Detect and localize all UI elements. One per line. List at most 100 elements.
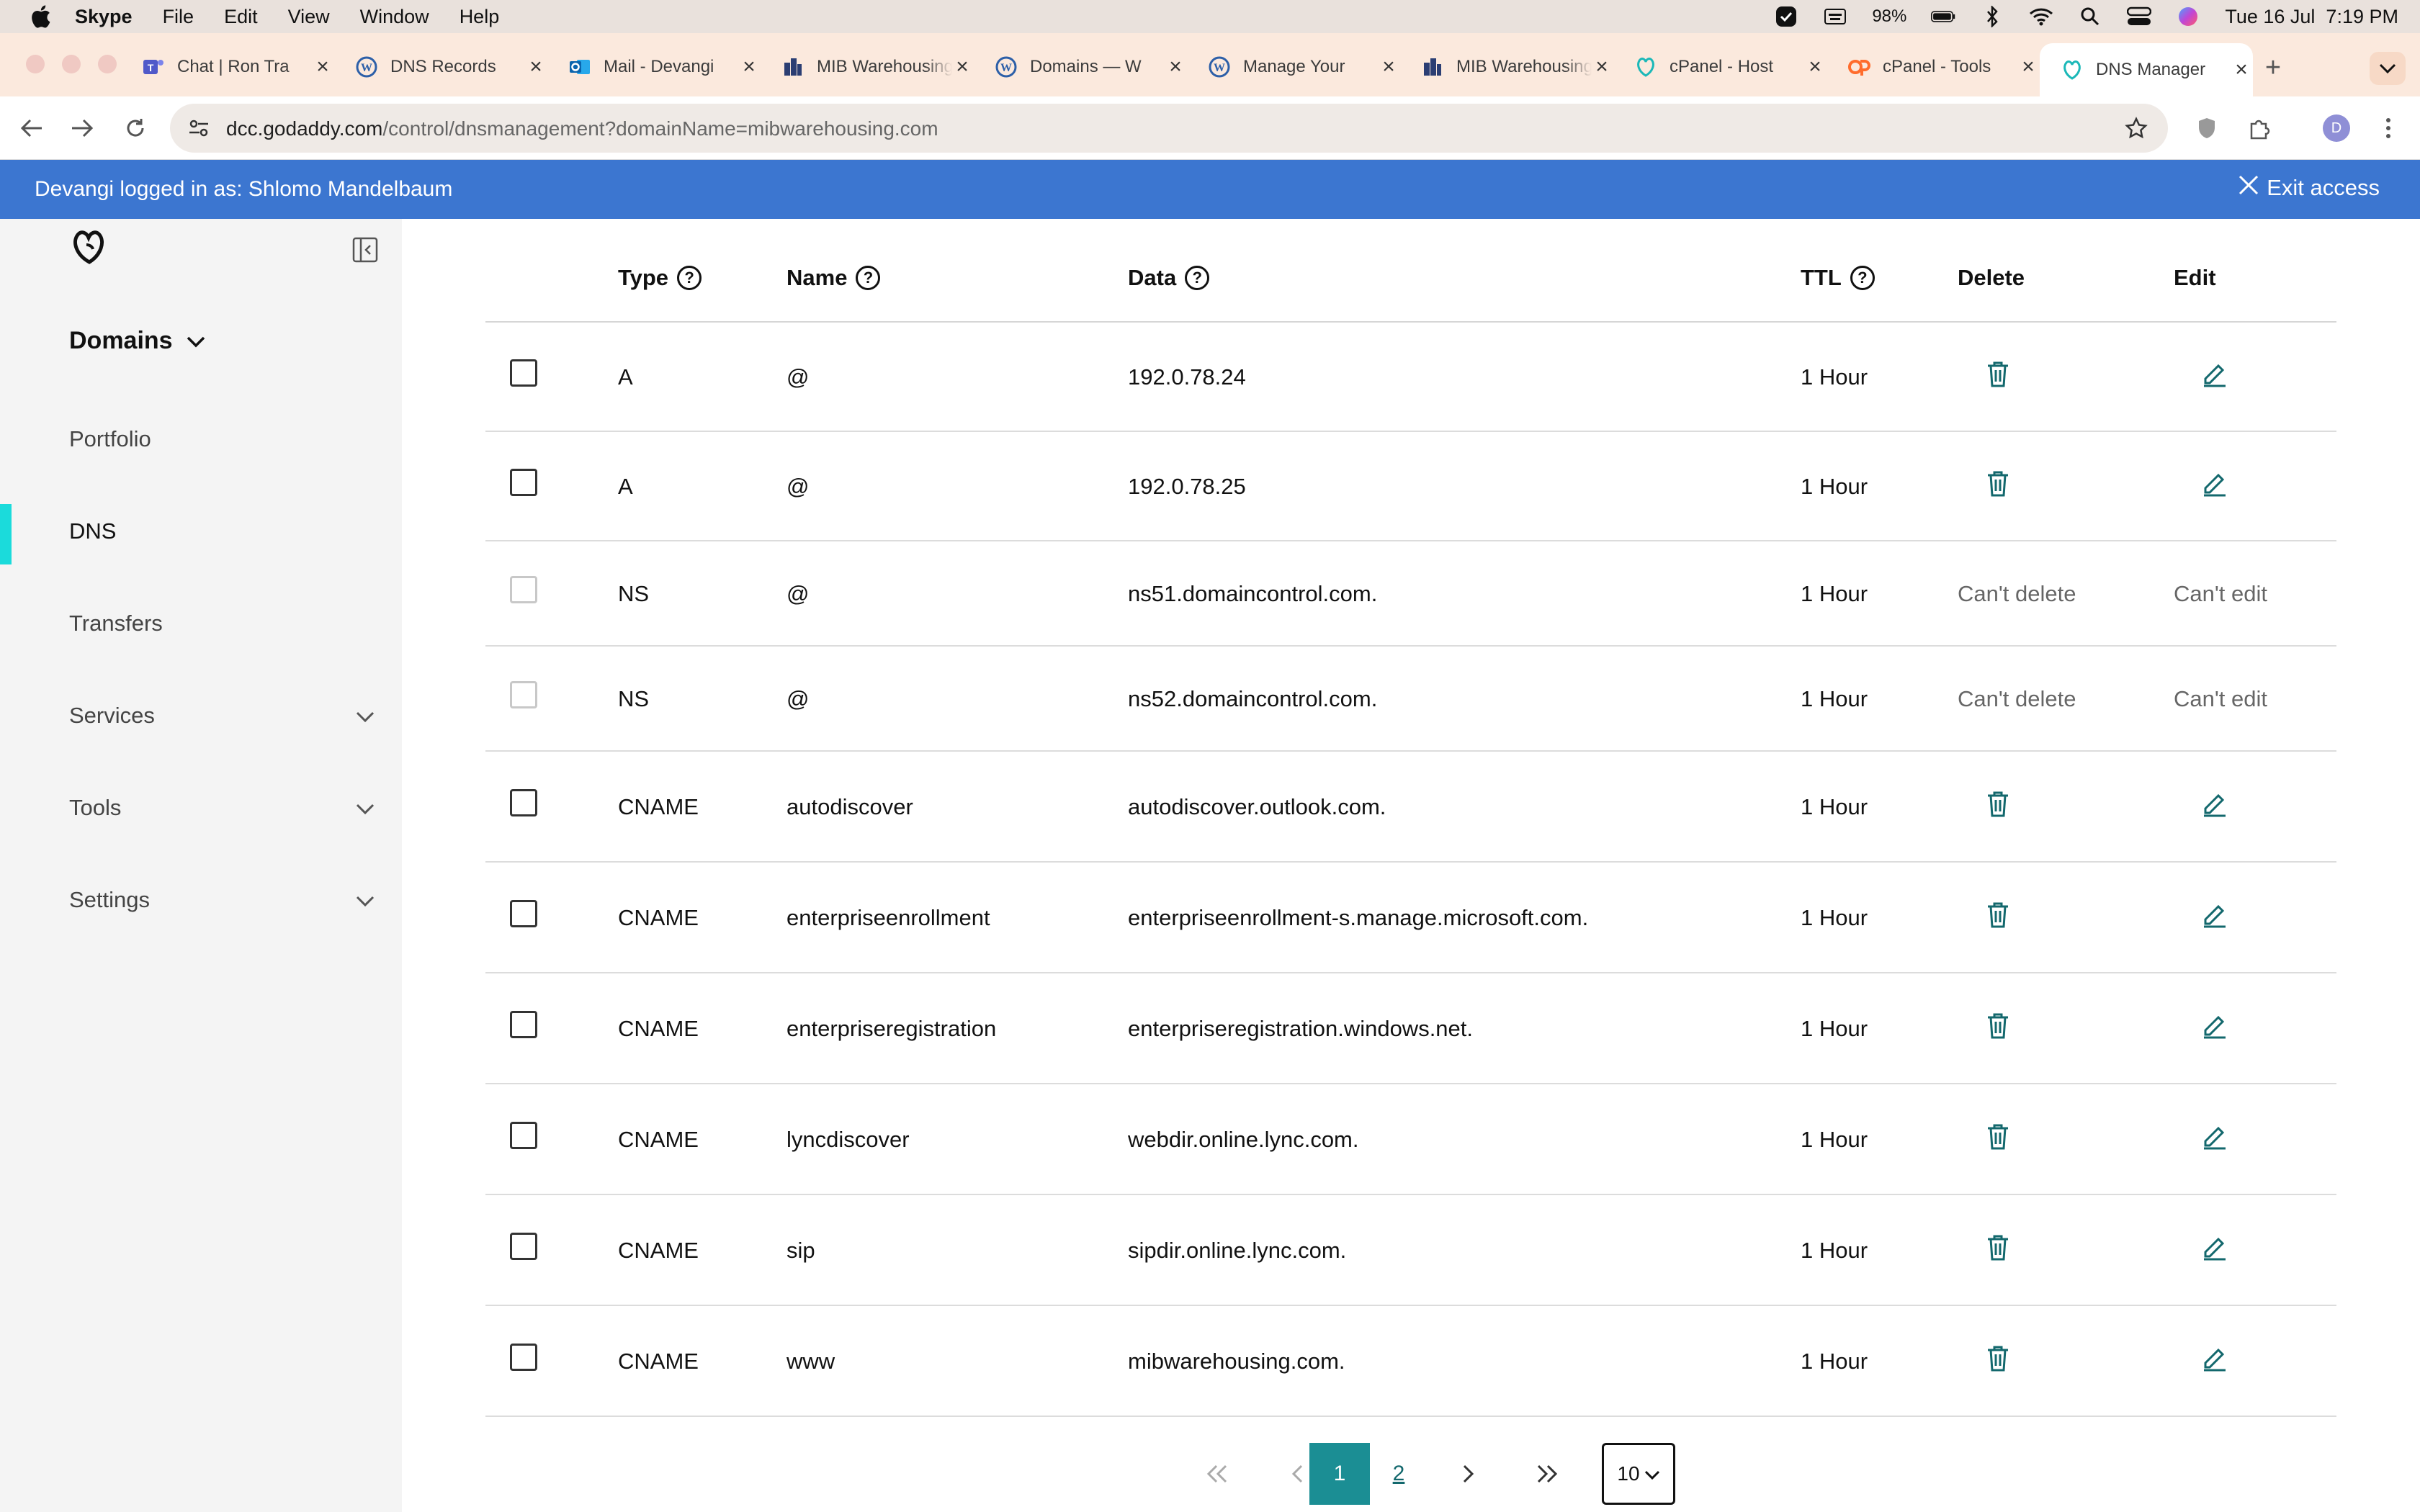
trash-icon[interactable] [1985,1233,2014,1262]
browser-tab[interactable]: W DNS Records × [334,43,547,91]
reload-icon[interactable] [118,111,153,145]
keyboard-icon[interactable] [1823,6,1847,27]
wifi-icon[interactable] [2029,6,2053,27]
pencil-edit-icon[interactable] [2201,790,2230,819]
close-tab-icon[interactable]: × [1592,56,1612,78]
chevron-down-icon[interactable] [353,888,377,913]
siri-icon[interactable] [2176,6,2200,27]
close-tab-icon[interactable]: × [1805,56,1825,78]
close-tab-icon[interactable]: × [952,56,972,78]
browser-menu-icon[interactable] [2371,111,2406,145]
page-size-select[interactable]: 10 [1602,1443,1675,1505]
window-zoom-button[interactable] [98,55,117,73]
pencil-edit-icon[interactable] [2201,901,2230,930]
last-page-icon[interactable] [1517,1443,1577,1505]
pencil-edit-icon[interactable] [2201,360,2230,389]
close-tab-icon[interactable]: × [526,56,546,78]
pencil-edit-icon[interactable] [2201,1233,2230,1262]
row-checkbox[interactable] [510,1122,537,1149]
exit-access-button[interactable]: Exit access [2238,174,2380,202]
sidebar-item-settings[interactable]: Settings [69,887,150,913]
menu-help[interactable]: Help [460,6,500,28]
apple-icon[interactable] [27,4,53,30]
help-icon[interactable]: ? [856,266,881,290]
extensions-puzzle-icon[interactable] [2241,111,2276,145]
checkmark-status-icon[interactable] [1774,6,1798,27]
pencil-edit-icon[interactable] [2201,1344,2230,1373]
trash-icon[interactable] [1985,469,2014,498]
chevron-down-icon[interactable] [353,704,377,729]
bluetooth-icon[interactable] [1980,6,2004,27]
row-checkbox[interactable] [510,1011,537,1038]
browser-tab[interactable]: T Chat | Ron Tra × [121,43,334,91]
trash-icon[interactable] [1985,1344,2014,1373]
row-checkbox[interactable] [510,1344,537,1371]
row-checkbox[interactable] [510,789,537,816]
browser-tab[interactable]: cPanel - Tools × [1827,43,2040,91]
browser-tab[interactable]: MIB Warehousing × [1400,43,1613,91]
godaddy-logo-icon[interactable] [69,226,109,269]
sidebar-item-dns[interactable]: DNS [69,518,116,544]
record-name: sip [786,1238,815,1263]
shield-extension-icon[interactable] [2190,111,2224,145]
close-tab-icon[interactable]: × [739,56,759,78]
page-2-button[interactable]: 2 [1368,1443,1429,1505]
sidebar-item-services[interactable]: Services [69,703,155,729]
row-checkbox[interactable] [510,900,537,927]
help-icon[interactable]: ? [1185,266,1210,290]
spotlight-search-icon[interactable] [2078,6,2102,27]
trash-icon[interactable] [1985,1122,2014,1151]
browser-tab[interactable]: MIB Warehousing × [761,43,974,91]
menu-view[interactable]: View [288,6,330,28]
browser-tab[interactable]: Mail - Devangi × [547,43,761,91]
url-text[interactable]: dcc.godaddy.com/control/dnsmanagement?do… [226,117,938,140]
close-tab-icon[interactable]: × [1165,56,1186,78]
trash-icon[interactable] [1985,901,2014,930]
sidebar-item-transfers[interactable]: Transfers [69,611,163,636]
sidebar-item-tools[interactable]: Tools [69,795,121,821]
browser-tab[interactable]: cPanel - Host × [1613,43,1827,91]
window-close-button[interactable] [26,55,45,73]
page-1-button[interactable]: 1 [1309,1443,1370,1505]
pencil-edit-icon[interactable] [2201,469,2230,498]
control-center-icon[interactable] [2127,6,2152,27]
close-tab-icon[interactable]: × [2231,59,2251,81]
tab-search-chevron-icon[interactable] [2370,52,2406,85]
next-page-icon[interactable] [1438,1443,1498,1505]
browser-tab[interactable]: W Domains — W × [974,43,1187,91]
new-tab-button[interactable]: + [2259,53,2287,82]
profile-avatar[interactable]: D [2319,111,2354,145]
help-icon[interactable]: ? [1850,266,1875,290]
chevron-down-icon[interactable] [353,796,377,821]
menu-window[interactable]: Window [360,6,429,28]
collapse-sidebar-icon[interactable] [351,236,380,265]
menu-edit[interactable]: Edit [224,6,258,28]
trash-icon[interactable] [1985,1012,2014,1040]
sidebar-item-portfolio[interactable]: Portfolio [69,426,151,452]
bookmark-star-icon[interactable] [2122,114,2151,143]
menu-file[interactable]: File [163,6,194,28]
window-minimize-button[interactable] [62,55,81,73]
trash-icon[interactable] [1985,790,2014,819]
pencil-edit-icon[interactable] [2201,1122,2230,1151]
close-tab-icon[interactable]: × [1379,56,1399,78]
menu-app-name[interactable]: Skype [75,6,133,28]
browser-tab-active[interactable]: DNS Manager × [2040,43,2253,96]
address-bar[interactable]: dcc.godaddy.com/control/dnsmanagement?do… [170,104,2168,153]
battery-icon[interactable] [1931,6,1955,27]
back-arrow-icon[interactable] [14,111,49,145]
row-checkbox[interactable] [510,469,537,496]
close-tab-icon[interactable]: × [313,56,333,78]
close-tab-icon[interactable]: × [2018,56,2038,78]
domains-section-toggle[interactable]: Domains [69,327,206,355]
clock[interactable]: Tue 16 Jul 7:19 PM [2225,6,2398,28]
trash-icon[interactable] [1985,360,2014,389]
pencil-edit-icon[interactable] [2201,1012,2230,1040]
browser-tab[interactable]: W Manage Your × [1187,43,1400,91]
row-checkbox[interactable] [510,359,537,387]
site-settings-icon[interactable] [184,114,213,143]
row-checkbox[interactable] [510,1233,537,1260]
forward-arrow-icon[interactable] [65,111,99,145]
help-icon[interactable]: ? [677,266,702,290]
first-page-icon[interactable] [1187,1443,1247,1505]
